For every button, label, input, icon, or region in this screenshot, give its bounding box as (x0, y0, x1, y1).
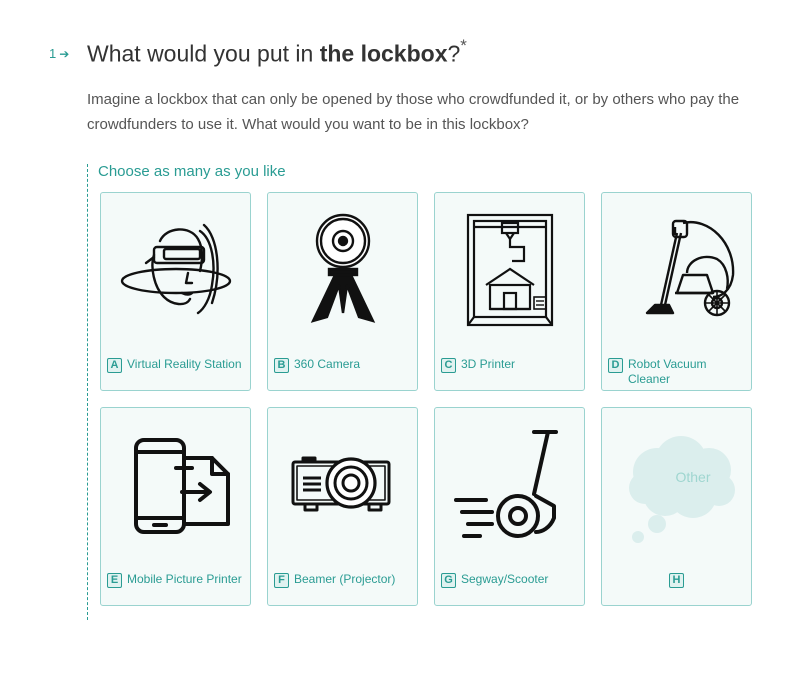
choice-key: H (669, 573, 684, 588)
choice-label: 3D Printer (461, 357, 516, 371)
vacuum-cleaner-icon (617, 213, 737, 328)
choice-d[interactable]: D Robot Vacuum Cleaner (601, 192, 752, 391)
choice-h[interactable]: Other H (601, 407, 752, 606)
question-number: 1 ➔ (49, 46, 69, 61)
choice-a[interactable]: A Virtual Reality Station (100, 192, 251, 391)
choice-f[interactable]: F Beamer (Projector) (267, 407, 418, 606)
question-title-bold: the lockbox (319, 40, 448, 67)
choice-e[interactable]: E Mobile Picture Printer (100, 407, 251, 606)
answer-area-divider (87, 164, 88, 620)
choice-g[interactable]: G Segway/Scooter (434, 407, 585, 606)
choice-c[interactable]: C 3D Printer (434, 192, 585, 391)
mobile-printer-icon (116, 428, 236, 543)
choice-key: D (608, 358, 623, 373)
segway-icon (450, 428, 570, 543)
vr-headset-icon (116, 213, 236, 328)
required-mark: * (460, 36, 467, 55)
choice-key: E (107, 573, 122, 588)
choice-label: 360 Camera (294, 357, 361, 371)
arrow-right-icon: ➔ (59, 46, 70, 61)
choice-key: A (107, 358, 122, 373)
choice-key: F (274, 573, 289, 588)
question-description: Imagine a lockbox that can only be opene… (87, 91, 740, 133)
choice-key: B (274, 358, 289, 373)
question-number-value: 1 (49, 46, 57, 61)
choice-key: G (441, 573, 456, 588)
choice-label: Beamer (Projector) (294, 572, 396, 586)
choice-key: C (441, 358, 456, 373)
choice-label: Mobile Picture Printer (127, 572, 242, 586)
360-camera-icon (283, 213, 403, 328)
choice-label: Segway/Scooter (461, 572, 549, 586)
3d-printer-icon (450, 213, 570, 328)
projector-icon (283, 428, 403, 543)
choice-hint: Choose as many as you like (98, 163, 286, 180)
question-title: What would you put in the lockbox?* (87, 36, 467, 67)
choice-label: Virtual Reality Station (127, 357, 242, 371)
thought-bubble-icon: Other (617, 428, 737, 543)
choice-label: Robot Vacuum Cleaner (628, 357, 707, 386)
other-bubble-text: Other (675, 469, 710, 485)
choice-b[interactable]: B 360 Camera (267, 192, 418, 391)
